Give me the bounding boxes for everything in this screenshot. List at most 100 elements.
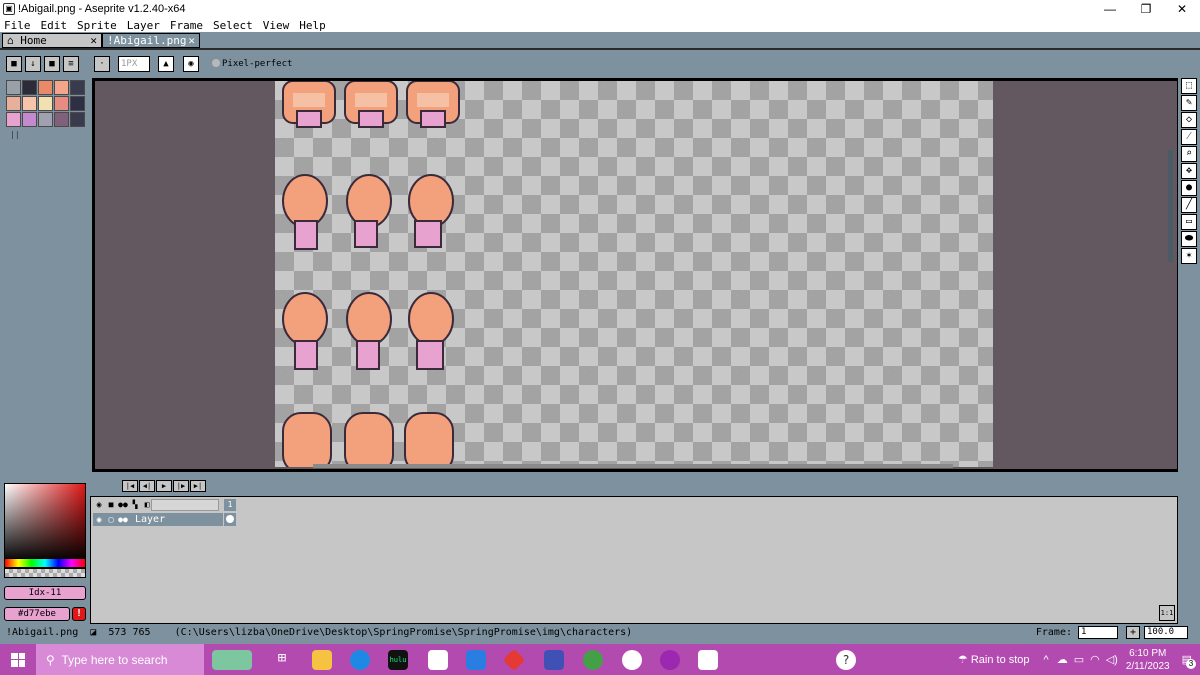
hulu-icon[interactable]: hulu <box>388 650 408 670</box>
brush-dot-icon[interactable]: · <box>94 56 110 72</box>
fill-tool-icon[interactable]: ● <box>1181 180 1197 196</box>
fill-icon[interactable]: ■ <box>44 56 60 72</box>
palette-swatch[interactable] <box>6 80 21 95</box>
move-tool-icon[interactable]: ✥ <box>1181 163 1197 179</box>
menu-select[interactable]: Select <box>213 19 253 32</box>
marquee-tool-icon[interactable]: ⬚ <box>1181 78 1197 94</box>
taskbar-search[interactable]: ⚲ Type here to search <box>36 644 204 675</box>
menu-lines-icon[interactable]: ≡ <box>63 56 79 72</box>
pencil-tool-icon[interactable]: ✎ <box>1181 95 1197 111</box>
clock[interactable]: 6:10 PM 2/11/2023 <box>1126 647 1170 673</box>
onion-skin-icon[interactable]: ▚ <box>129 499 141 511</box>
task-view-icon[interactable]: ⊞ <box>272 650 292 670</box>
menu-frame[interactable]: Frame <box>170 19 203 32</box>
lock-icon[interactable]: ■ <box>105 499 117 511</box>
warning-icon[interactable]: ! <box>72 607 86 621</box>
palette-swatch[interactable] <box>54 112 69 127</box>
blur-tool-icon[interactable]: ✶ <box>1181 248 1197 264</box>
tab-home-close-icon[interactable]: ✕ <box>90 34 97 47</box>
sprite-editor[interactable] <box>92 78 1178 472</box>
menu-edit[interactable]: Edit <box>41 19 68 32</box>
timeline-panel[interactable]: ◉ ■ ●● ▚ ◧ 1 ◉ ▢ ●● Layer 1:1 <box>90 496 1178 624</box>
layer-continuous-icon[interactable]: ●● <box>117 514 129 526</box>
battery-icon[interactable]: ▭ <box>1074 653 1084 666</box>
zoom-tool-icon[interactable]: ⌕ <box>1181 146 1197 162</box>
frame-input[interactable]: 1 <box>1078 626 1118 639</box>
messenger-icon[interactable] <box>660 650 680 670</box>
palette-resize-handle[interactable]: || <box>10 130 20 139</box>
palette-swatch[interactable] <box>6 112 21 127</box>
last-frame-icon[interactable]: ▶| <box>190 480 206 492</box>
layer-row[interactable]: ◉ ▢ ●● Layer <box>93 513 223 526</box>
hue-slider[interactable] <box>4 558 86 568</box>
pixel-perfect-checkbox[interactable] <box>212 59 220 67</box>
start-button[interactable] <box>0 644 36 675</box>
new-frame-button[interactable]: + <box>1126 626 1140 639</box>
eyedropper-tool-icon[interactable]: ⁄ <box>1181 129 1197 145</box>
horizontal-scrollbar[interactable] <box>313 464 953 468</box>
prime-video-icon[interactable] <box>544 650 564 670</box>
continuous-icon[interactable]: ●● <box>117 499 129 511</box>
eraser-tool-icon[interactable]: ◇ <box>1181 112 1197 128</box>
palette-swatch[interactable] <box>38 96 53 111</box>
aseprite-taskbar-icon[interactable] <box>698 650 718 670</box>
palette-swatch[interactable] <box>6 96 21 111</box>
notification-icon[interactable]: ▤3 <box>1182 653 1196 669</box>
close-button[interactable]: ✕ <box>1164 0 1200 18</box>
restore-button[interactable]: ❐ <box>1128 0 1164 18</box>
teams-chat-icon[interactable] <box>622 650 642 670</box>
weather-icon[interactable]: ☂ <box>958 653 971 666</box>
brush-size-input[interactable]: 1PX <box>118 56 150 72</box>
weather-text[interactable]: Rain to stop <box>971 654 1030 666</box>
cel[interactable] <box>224 513 236 526</box>
palette-swatch[interactable] <box>22 112 37 127</box>
palette-swatch[interactable] <box>70 80 85 95</box>
wifi-icon[interactable]: ◠ <box>1090 653 1100 666</box>
minimize-button[interactable]: — <box>1092 0 1128 18</box>
cloud-icon[interactable]: ☁ <box>1057 653 1068 666</box>
palette-swatch[interactable] <box>54 80 69 95</box>
help-icon[interactable]: ? <box>836 650 856 670</box>
rectangle-tool-icon[interactable]: ▭ <box>1181 214 1197 230</box>
tab-abigail[interactable]: !Abigail.png ✕ <box>102 33 200 48</box>
visibility-icon[interactable]: ◉ <box>93 499 105 511</box>
microsoft-store-icon[interactable] <box>428 650 448 670</box>
layer-visibility-icon[interactable]: ◉ <box>93 514 105 526</box>
color-spectrum[interactable] <box>4 483 86 563</box>
line-tool-icon[interactable]: ╱ <box>1181 197 1197 213</box>
chevron-up-icon[interactable]: ^ <box>1044 654 1049 666</box>
lock-icon[interactable]: ■ <box>6 56 22 72</box>
palette-swatch[interactable] <box>38 80 53 95</box>
file-explorer-icon[interactable] <box>312 650 332 670</box>
palette-swatch[interactable] <box>54 96 69 111</box>
color-index-button[interactable]: Idx-11 <box>4 586 86 600</box>
color-hex-button[interactable]: #d77ebe <box>4 607 70 621</box>
palette-swatch[interactable] <box>22 80 37 95</box>
vertical-scrollbar[interactable] <box>1168 150 1173 262</box>
chrome-icon[interactable] <box>583 650 603 670</box>
ink-icon[interactable]: ◉ <box>183 56 199 72</box>
previous-frame-icon[interactable]: ◀| <box>139 480 155 492</box>
reset-zoom-button[interactable]: 1:1 <box>1159 605 1175 621</box>
menu-layer[interactable]: Layer <box>127 19 160 32</box>
layer-lock-icon[interactable]: ▢ <box>105 514 117 526</box>
search-highlight-icon[interactable] <box>212 650 252 670</box>
next-frame-icon[interactable]: |▶ <box>173 480 189 492</box>
frame-number[interactable]: 1 <box>224 499 236 511</box>
menu-view[interactable]: View <box>263 19 290 32</box>
mail-icon[interactable] <box>466 650 486 670</box>
palette-swatch[interactable] <box>70 112 85 127</box>
contour-tool-icon[interactable]: ⬬ <box>1181 231 1197 247</box>
tab-abigail-close-icon[interactable]: ✕ <box>188 34 195 47</box>
palette-swatch[interactable] <box>22 96 37 111</box>
zoom-input[interactable]: 100.0 <box>1144 626 1188 639</box>
menu-sprite[interactable]: Sprite <box>77 19 117 32</box>
menu-file[interactable]: File <box>4 19 31 32</box>
arrow-down-icon[interactable]: ↓ <box>25 56 41 72</box>
brush-type-icon[interactable]: ▲ <box>158 56 174 72</box>
edge-icon[interactable] <box>350 650 370 670</box>
play-icon[interactable]: ▶ <box>156 480 172 492</box>
tab-home[interactable]: ⌂ Home ✕ <box>2 33 102 48</box>
sprite-canvas[interactable] <box>275 81 993 467</box>
alpha-slider[interactable] <box>4 568 86 578</box>
